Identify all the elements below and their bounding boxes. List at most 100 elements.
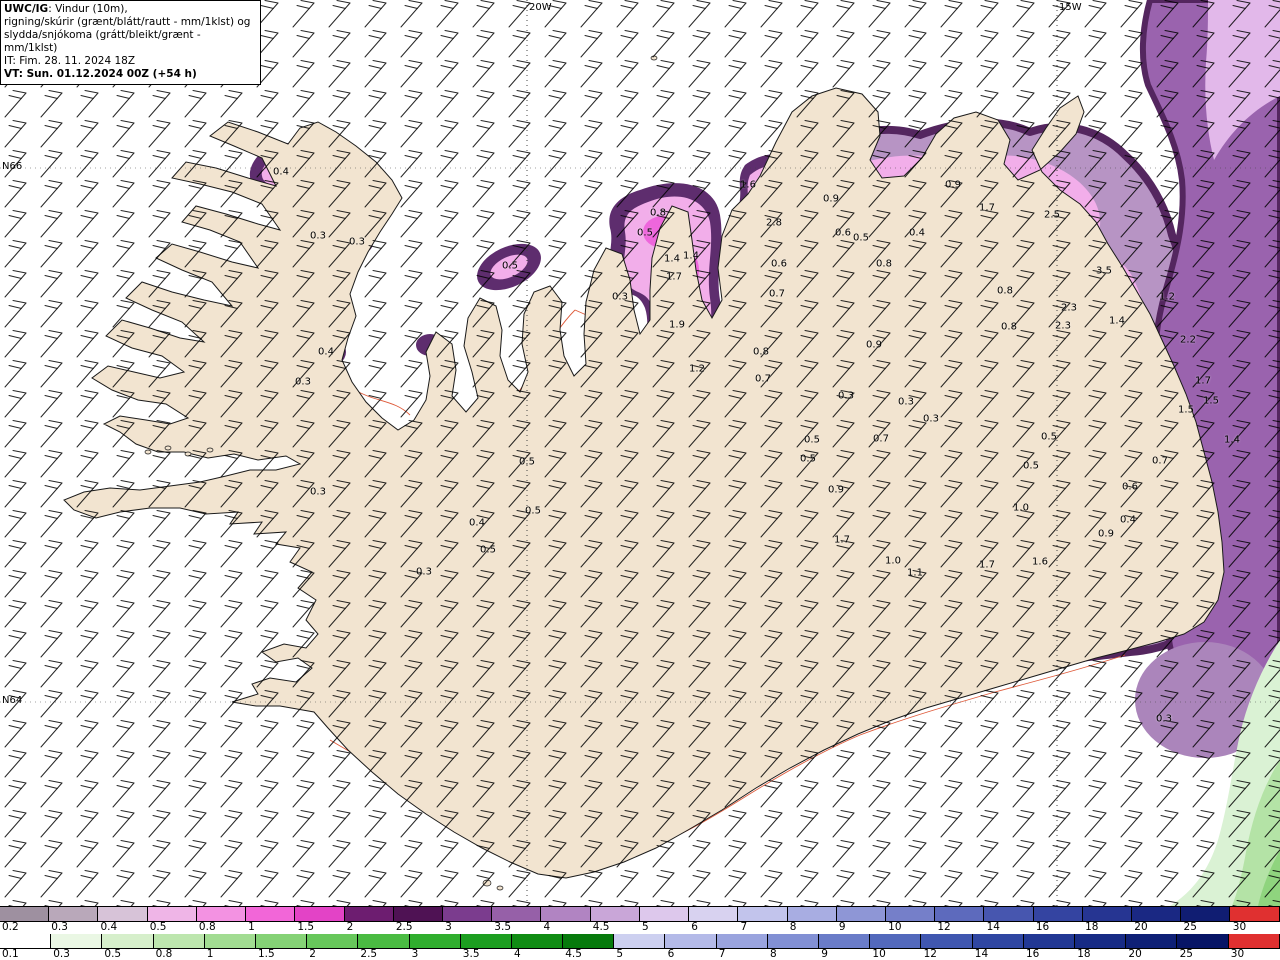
precip-value-label: 0.8 (1001, 321, 1017, 333)
colorbar-tick-label: 0.5 (149, 921, 167, 933)
precip-value-label: 1.4 (1224, 434, 1240, 446)
colorbar-tick-label: 16 (1035, 921, 1050, 933)
colorbar-cell (935, 907, 985, 921)
precip-value-label: 0.5 (1023, 460, 1039, 472)
precip-value-label: 1.7 (1195, 375, 1211, 387)
colorbar-cell (0, 934, 52, 948)
colorbar-tick-label: 2.5 (360, 948, 378, 960)
colorbar-tick-label: 0.1 (2, 948, 19, 960)
colorbar-cell (614, 934, 666, 948)
colorbar-tick-label: 3.5 (494, 921, 511, 933)
info-init-time: IT: Fim. 28. 11. 2024 18Z (4, 55, 136, 67)
colorbar-tick-label: 7 (718, 948, 726, 960)
colorbar-cell (307, 934, 359, 948)
colorbar-cell (870, 934, 922, 948)
colorbar-tick-label: 5 (616, 948, 624, 960)
colorbar-cell (255, 934, 308, 948)
colorbar-tick-label: 2 (309, 948, 316, 960)
precip-value-label: 2.3 (1055, 320, 1071, 332)
colorbar-cell (1023, 934, 1075, 948)
precip-value-label: 0.4 (909, 227, 925, 239)
colorbar-tick-label: 0.3 (53, 948, 70, 960)
precip-value-label: 0.3 (310, 230, 326, 242)
colorbar-cell (0, 907, 50, 921)
colorbar-tick-label: 4.5 (592, 921, 610, 933)
weather-forecast-screen: 0.4 0.3 0.3 0.5 0.3 0.4 0.3 0.3 0.5 0.5 0.4 0.5 0.3 0… (0, 0, 1280, 960)
precip-value-label: 0.6 (835, 227, 851, 239)
info-line-title: UWC/IG: Vindur (10m), (4, 3, 128, 15)
precip-value-label: 0.9 (1098, 528, 1114, 540)
colorbar-cell (1126, 934, 1178, 948)
precip-value-label: 0.4 (469, 517, 485, 529)
colorbar-cell (492, 907, 542, 921)
weather-map: 0.4 0.3 0.3 0.5 0.3 0.4 0.3 0.3 0.5 0.5 0.4 0.5 0.3 0… (0, 0, 1280, 906)
colorbar-cell (984, 907, 1034, 921)
colorbar-tick-label: 20 (1128, 948, 1142, 960)
colorbar-tick-label: 0.3 (51, 921, 68, 933)
precip-value-label: 0.6 (771, 258, 787, 270)
colorbar-cell (1132, 907, 1182, 921)
colorbar-tick-label: 30 (1232, 921, 1247, 933)
colorbar-cell (393, 907, 443, 921)
precip-value-label: 1.5 (1178, 404, 1194, 416)
colorbar-tick-label: 9 (821, 948, 828, 960)
precip-value-label: 0.9 (866, 339, 882, 351)
colorbar-cell (921, 934, 973, 948)
colorbar-cell (1181, 907, 1231, 921)
precip-value-label: 2.5 (1044, 209, 1060, 221)
colorbar-cell (639, 907, 690, 921)
precip-value-label: 0.6 (1122, 481, 1138, 493)
colorbar-cell (511, 934, 564, 948)
colorbar-cell (460, 934, 512, 948)
colorbar-tick-label: 0.5 (104, 948, 122, 960)
precip-value-label: 1.9 (669, 319, 685, 331)
app-title: UWC/IG (4, 3, 49, 15)
precip-value-label: 0.7 (755, 373, 771, 385)
colorbar-cell (153, 934, 205, 948)
colorbar-cell (836, 907, 886, 921)
colorbar-cell (204, 934, 256, 948)
precip-value-label: 1.0 (885, 555, 901, 567)
colorbar-tick-label: 2 (346, 921, 354, 933)
info-line-rain: rigning/skúrir (grænt/blátt/rautt - mm/1… (4, 16, 251, 28)
colorbar-cell (541, 907, 591, 921)
precip-value-label: 0.3 (838, 390, 854, 402)
precip-value-label: 1.7 (979, 202, 995, 214)
precip-value-label: 0.7 (1152, 455, 1168, 467)
precip-value-label: 0.9 (945, 179, 961, 191)
colorbar-tick-label: 8 (789, 921, 797, 933)
precip-value-label: 0.9 (828, 484, 844, 496)
colorbar-tick-label: 5 (642, 921, 649, 933)
colorbar-cell (49, 907, 99, 921)
colorbar-cell (344, 907, 394, 921)
colorbar-tick-label: 1 (248, 921, 255, 933)
precip-value-label: 0.3 (923, 413, 939, 425)
precip-value-label: 1.6 (1032, 556, 1048, 568)
precip-value-label: 0.4 (1120, 514, 1136, 526)
colorbar-cell (147, 907, 197, 921)
precip-value-label: 1.1 (907, 567, 923, 579)
colorbar-tick-label: 3 (411, 948, 419, 960)
grid-coordinate-label: N66 (2, 161, 23, 172)
colorbar-tick-label: 12 (937, 921, 951, 933)
colorbar-tick-label: 4 (543, 921, 551, 933)
colorbar-tick-label: 20 (1134, 921, 1148, 933)
colorbar-tick-label: 4 (514, 948, 521, 960)
colorbar-cell (787, 907, 837, 921)
colorbar-tick-label: 0.2 (2, 921, 19, 933)
precip-value-label: 0.4 (318, 346, 334, 358)
precip-value-label: 0.5 (519, 456, 535, 468)
precip-value-label: 0.3 (1156, 713, 1172, 725)
colorbar-cell (1074, 934, 1127, 948)
colorbar-cell (246, 907, 296, 921)
colorbar-tick-label: 1 (206, 948, 214, 960)
colorbar-cell (409, 934, 461, 948)
colorbar-cell (1230, 907, 1280, 921)
colorbar-cell (819, 934, 871, 948)
colorbar-tick-label: 30 (1230, 948, 1245, 960)
colorbar-cell (689, 907, 739, 921)
precip-value-label: 2.3 (1061, 302, 1077, 314)
precip-value-label: 1.0 (1013, 502, 1029, 514)
precip-value-label: 0.5 (525, 505, 541, 517)
colorbar-cell (885, 907, 936, 921)
